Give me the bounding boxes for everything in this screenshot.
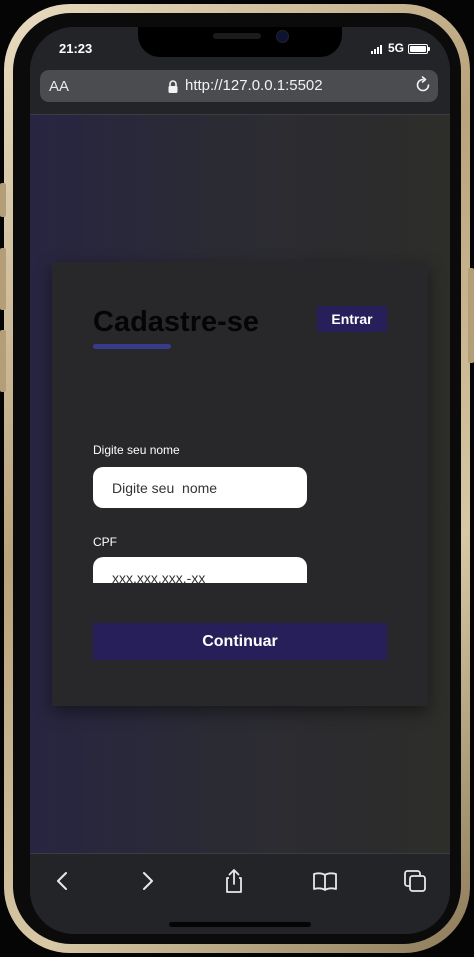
reload-icon[interactable] bbox=[414, 76, 432, 94]
home-indicator[interactable] bbox=[169, 922, 311, 927]
status-bar: 21:23 5G bbox=[30, 27, 450, 69]
login-button[interactable]: Entrar bbox=[317, 306, 387, 332]
back-icon[interactable] bbox=[50, 868, 76, 894]
text-size-button[interactable]: AA bbox=[49, 78, 69, 95]
tabs-icon[interactable] bbox=[402, 868, 428, 894]
mute-switch bbox=[0, 183, 6, 217]
status-time: 21:23 bbox=[59, 41, 93, 56]
network-type: 5G bbox=[388, 41, 405, 55]
battery-icon bbox=[408, 44, 430, 54]
signup-card: Cadastre-se Entrar Digite seu nome CPF C… bbox=[52, 262, 428, 706]
forward-icon[interactable] bbox=[134, 868, 160, 894]
name-input[interactable] bbox=[93, 467, 307, 508]
page-title: Cadastre-se bbox=[93, 306, 260, 338]
phone-screen: 21:23 5G AA http://127.0.0.1:5502 Cadast… bbox=[30, 27, 450, 934]
cpf-field-wrapper bbox=[93, 557, 309, 583]
notch bbox=[138, 27, 342, 57]
cpf-input[interactable] bbox=[93, 557, 307, 583]
camera-icon bbox=[276, 30, 289, 43]
signal-icon bbox=[371, 45, 382, 54]
url-text[interactable]: http://127.0.0.1:5502 bbox=[185, 77, 323, 94]
browser-toolbar bbox=[30, 853, 450, 934]
address-bar[interactable]: AA http://127.0.0.1:5502 bbox=[40, 70, 438, 102]
power-button bbox=[468, 268, 474, 363]
continue-button[interactable]: Continuar bbox=[93, 623, 387, 660]
volume-up-button bbox=[0, 248, 6, 310]
share-icon[interactable] bbox=[221, 868, 247, 894]
web-content: Cadastre-se Entrar Digite seu nome CPF C… bbox=[30, 115, 450, 853]
volume-down-button bbox=[0, 330, 6, 392]
cpf-label: CPF bbox=[93, 535, 117, 549]
browser-address-area: AA http://127.0.0.1:5502 bbox=[30, 69, 450, 115]
name-label: Digite seu nome bbox=[93, 443, 180, 457]
speaker bbox=[213, 33, 261, 39]
bookmarks-icon[interactable] bbox=[312, 868, 338, 894]
title-underline bbox=[93, 344, 171, 349]
lock-icon bbox=[168, 80, 178, 93]
